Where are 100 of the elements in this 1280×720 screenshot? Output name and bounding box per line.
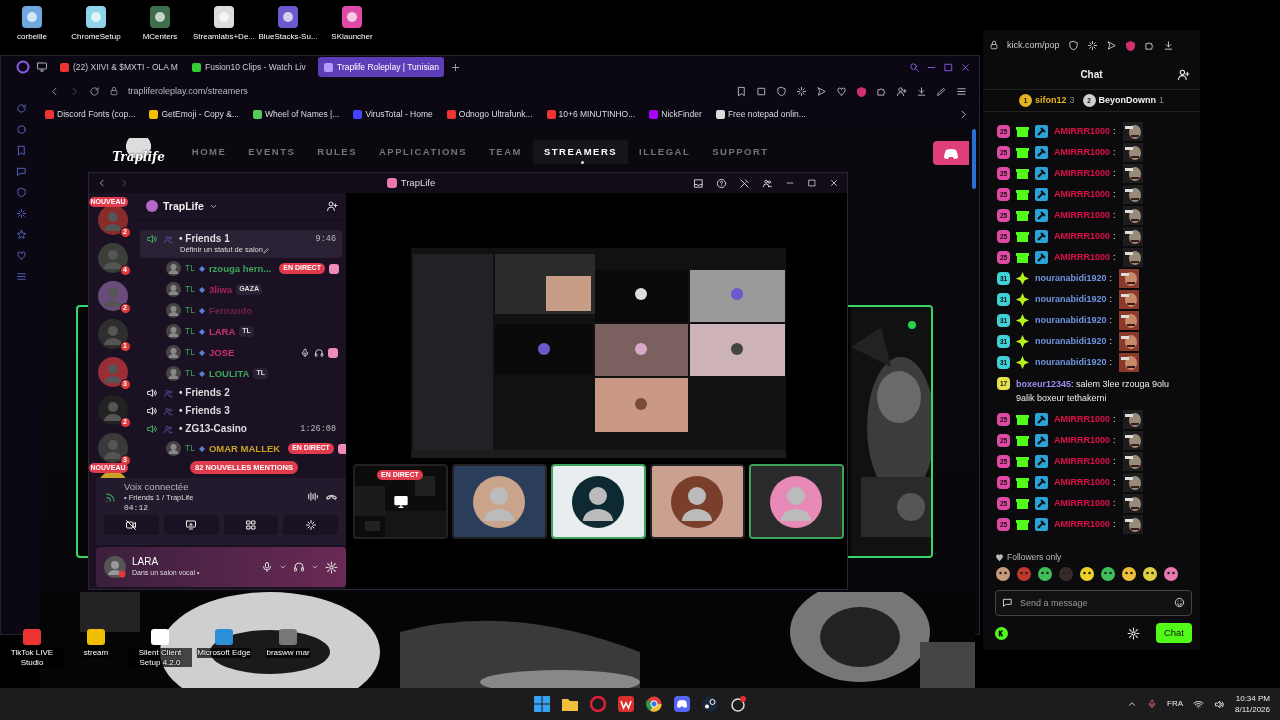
shield-icon[interactable] [1124, 39, 1136, 51]
chat-username[interactable]: AMIRRR1000 [1054, 189, 1111, 200]
edit-icon[interactable] [262, 246, 270, 254]
server-icon[interactable] [97, 357, 128, 387]
activities-button[interactable] [223, 515, 279, 535]
voice-channel[interactable]: • Friends 2 [140, 384, 342, 402]
bookmark-link[interactable]: Wheel of Names |... [252, 108, 340, 120]
help-icon[interactable] [716, 177, 727, 189]
screen-share-button[interactable] [163, 515, 219, 535]
toolbar-icon[interactable] [956, 85, 967, 97]
message-input[interactable]: Send a message [995, 590, 1192, 616]
tools-icon[interactable] [739, 177, 750, 189]
toolbar-icon[interactable] [936, 85, 947, 97]
chat-app-icon[interactable] [674, 696, 690, 712]
chrome-icon[interactable] [646, 696, 662, 712]
new-tab-icon[interactable] [450, 61, 461, 73]
chat-username[interactable]: AMIRRR1000 [1054, 519, 1111, 530]
emote-icon[interactable] [1142, 566, 1158, 582]
app-icon[interactable] [730, 696, 746, 712]
chat-username[interactable]: nouranabidi1920 [1035, 294, 1107, 305]
wifi-icon[interactable] [1193, 698, 1204, 710]
send-button[interactable]: Chat [1155, 623, 1192, 643]
desktop-app-icon[interactable] [276, 4, 300, 30]
toolbar-icon[interactable] [876, 85, 887, 97]
desktop-app-icon[interactable] [148, 4, 172, 30]
language-indicator[interactable]: FRA [1167, 699, 1183, 709]
start-icon[interactable] [534, 696, 550, 712]
desktop-app-icon[interactable] [212, 4, 236, 30]
scrollbar-thumb[interactable] [972, 129, 976, 189]
toolbar-icon[interactable] [916, 85, 927, 97]
nav-link[interactable]: APPLICATIONS [368, 140, 479, 164]
chat-username[interactable]: nouranabidi1920 [1035, 357, 1107, 368]
bookmark-link[interactable]: Discord Fonts (cop... [45, 108, 136, 120]
leaderboard-user[interactable]: BeyonDownn [1098, 95, 1156, 106]
browser-icon[interactable] [590, 696, 606, 712]
invite-icon[interactable] [326, 200, 338, 212]
leaderboard-user[interactable]: sifon12 [1034, 95, 1067, 106]
nav-link[interactable]: SUPPORT [701, 140, 780, 164]
desktop-app-icon[interactable] [150, 628, 170, 646]
bookmark-link[interactable]: NickFinder [649, 108, 702, 120]
discord-button[interactable] [933, 141, 969, 165]
sidebar-icon[interactable] [15, 271, 27, 282]
search-icon[interactable] [909, 61, 920, 73]
volume-icon[interactable] [1214, 698, 1225, 710]
camera-off-button[interactable] [104, 515, 159, 535]
soundboard-button[interactable] [283, 515, 338, 535]
member-name[interactable]: rzouga hern... [208, 262, 272, 275]
server-icon[interactable] [97, 205, 128, 235]
toolbar-icon[interactable] [796, 85, 807, 97]
sidebar-icon[interactable] [15, 187, 27, 198]
maximize-icon[interactable] [943, 61, 954, 73]
toolbar-icon[interactable] [776, 85, 787, 97]
member-name[interactable]: OMAR MALLEK [208, 442, 281, 455]
close-icon[interactable] [829, 178, 839, 188]
voice-channel[interactable]: • ZG13-Casino 1:26:08 [140, 420, 342, 438]
chat-username[interactable]: AMIRRR1000 [1054, 252, 1111, 263]
chat-username[interactable]: AMIRRR1000 [1054, 210, 1111, 221]
chat-username[interactable]: nouranabidi1920 [1035, 315, 1107, 326]
nav-link[interactable]: EVENTS [237, 140, 307, 164]
bookmark-link[interactable]: GetEmoji - Copy &... [149, 108, 239, 120]
sidebar-icon[interactable] [15, 145, 27, 156]
sidebar-icon[interactable] [15, 250, 27, 261]
toolbar-icon[interactable] [896, 85, 907, 97]
send-icon[interactable] [1105, 39, 1117, 51]
show-hidden-icon[interactable] [1127, 699, 1137, 709]
clock-date[interactable]: 8/11/2026 [1235, 704, 1270, 715]
game-store-icon[interactable] [702, 696, 718, 712]
bookmark-link[interactable]: 10+6 MINUTINHO... [546, 108, 636, 120]
chat-username[interactable]: AMIRRR1000 [1054, 456, 1111, 467]
chat-username[interactable]: AMIRRR1000 [1054, 126, 1111, 137]
clock-time[interactable]: 10:34 PM [1235, 693, 1270, 704]
chat-username[interactable]: AMIRRR1000 [1054, 147, 1111, 158]
emote-icon[interactable] [1079, 566, 1095, 582]
inbox-icon[interactable] [693, 177, 704, 189]
desktop-app-icon[interactable] [214, 628, 234, 646]
chat-username[interactable]: AMIRRR1000 [1054, 231, 1111, 242]
sidebar-icon[interactable] [15, 208, 27, 219]
server-icon[interactable] [97, 395, 128, 425]
nav-link[interactable]: STREAMERS [532, 140, 629, 164]
sidebar-icon[interactable] [15, 229, 27, 240]
bookmark-link[interactable]: Odnogo Ultrafunk... [446, 108, 533, 120]
close-icon[interactable] [960, 61, 971, 73]
mic-icon[interactable] [1147, 699, 1157, 709]
shield-icon[interactable] [1067, 39, 1079, 51]
file-explorer-icon[interactable] [562, 696, 578, 712]
office-icon[interactable] [618, 696, 634, 712]
sidebar-icon[interactable] [15, 103, 27, 114]
chat-username[interactable]: nouranabidi1920 [1035, 273, 1107, 284]
voice-channel[interactable]: • Friends 3 [140, 402, 342, 420]
emote-icon[interactable] [1121, 566, 1137, 582]
shield-icon[interactable] [856, 85, 867, 97]
toolbar-icon[interactable] [836, 85, 847, 97]
nav-link[interactable]: ILLEGAL [628, 140, 702, 164]
bookmark-link[interactable]: VirusTotal - Home [353, 108, 433, 120]
chat-username[interactable]: AMIRRR1000 [1054, 435, 1111, 446]
emote-icon[interactable] [1163, 566, 1179, 582]
desktop-app-icon[interactable] [340, 4, 364, 30]
toolbar-icon[interactable] [816, 85, 827, 97]
bookmark-link[interactable]: Free notepad onlin... [715, 108, 806, 120]
emoji-icon[interactable] [1174, 597, 1185, 608]
